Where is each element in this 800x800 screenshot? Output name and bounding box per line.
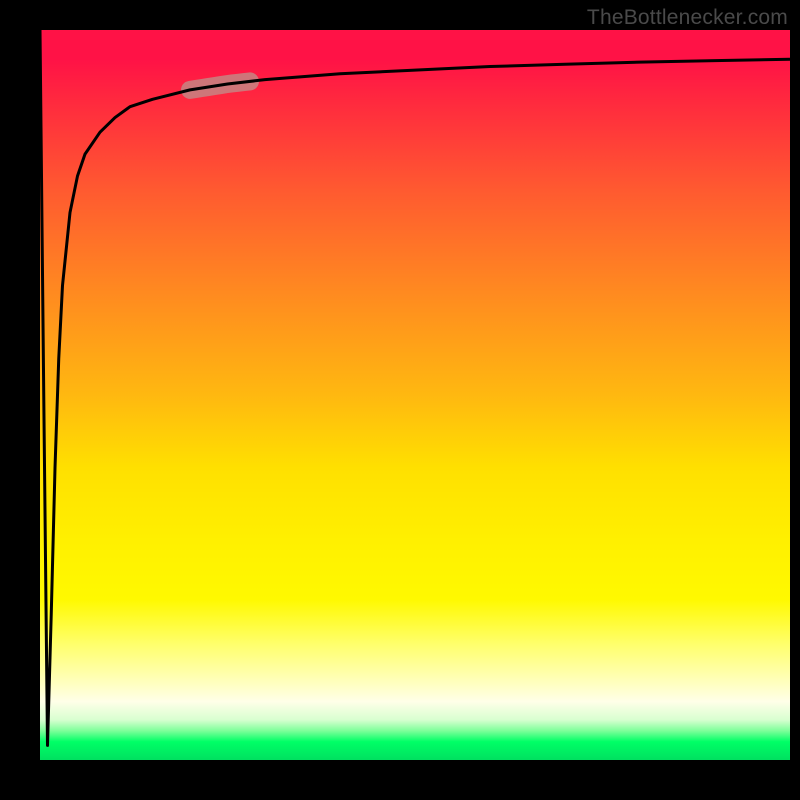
bottleneck-curve	[40, 30, 790, 745]
plot-area	[40, 30, 790, 760]
chart-frame	[40, 30, 790, 760]
watermark-text: TheBottlenecker.com	[587, 6, 788, 30]
chart-svg	[40, 30, 790, 760]
